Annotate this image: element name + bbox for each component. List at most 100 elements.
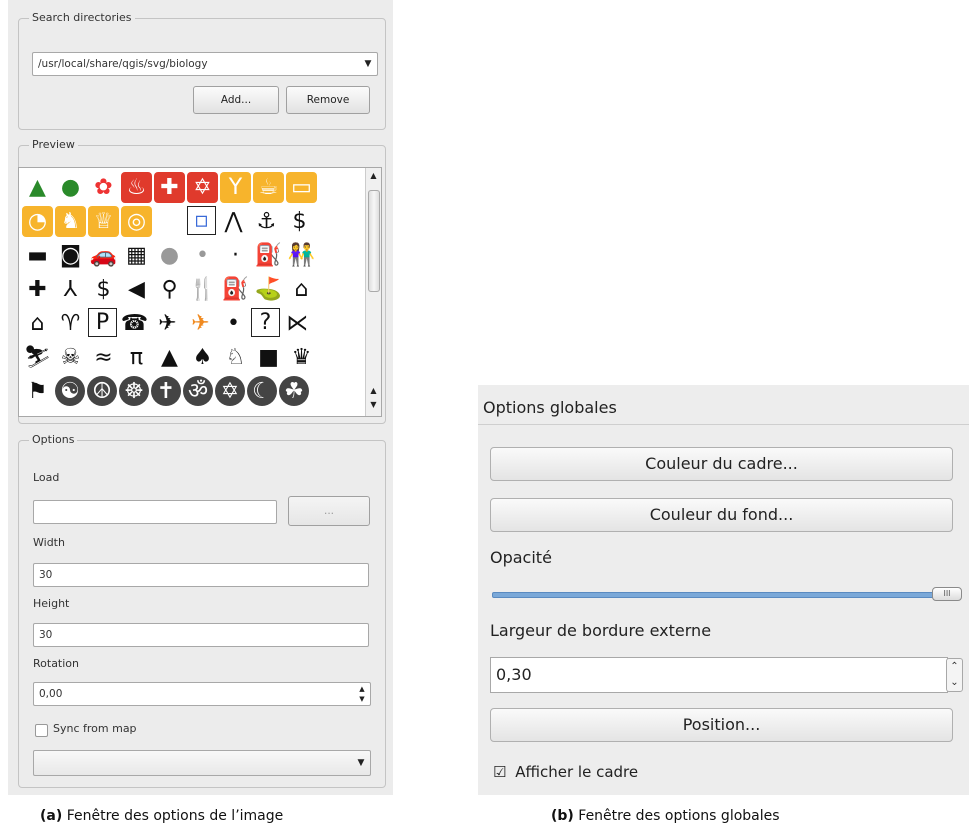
svg-symbol-icon[interactable]: ⚲ (154, 274, 185, 305)
svg-symbol-icon[interactable]: ⚓ (251, 206, 282, 237)
svg-symbol-icon[interactable]: ● (154, 240, 185, 271)
rotation-spinbox[interactable]: 0,00 ▲ ▼ (33, 682, 371, 706)
remove-button[interactable]: Remove (286, 86, 370, 114)
svg-symbol-icon[interactable]: ⌂ (22, 308, 53, 339)
svg-symbol-icon[interactable]: ✚ (154, 172, 185, 203)
svg-symbol-icon[interactable]: ▲ (154, 342, 185, 373)
rotation-spin-buttons[interactable]: ▲ ▼ (355, 684, 369, 704)
svg-symbol-icon[interactable]: ☸ (119, 376, 149, 406)
svg-symbol-icon[interactable]: ■ (253, 342, 284, 373)
spin-down-icon[interactable]: ▼ (355, 694, 369, 704)
svg-symbol-icon[interactable] (154, 206, 185, 237)
panel-title: Options globales (483, 398, 617, 417)
opacity-slider-track[interactable] (492, 592, 934, 598)
scroll-up-icon-lower[interactable]: ▲ (367, 384, 380, 398)
svg-symbol-icon[interactable]: ⋀ (218, 206, 249, 237)
background-color-button[interactable]: Couleur du fond... (490, 498, 953, 532)
rotation-value: 0,00 (39, 688, 63, 700)
scroll-down-icon[interactable]: ▼ (367, 398, 380, 412)
svg-symbol-icon[interactable]: ♛ (286, 342, 317, 373)
svg-symbol-icon[interactable]: ♈ (55, 308, 86, 339)
show-frame-checkbox[interactable]: ☑ Afficher le cadre (493, 763, 638, 781)
svg-symbol-icon[interactable]: ▦ (121, 240, 152, 271)
svg-symbol-icon[interactable]: ⛽ (253, 240, 284, 271)
svg-symbol-icon[interactable]: ♘ (220, 342, 251, 373)
svg-symbol-icon[interactable]: ◀ (121, 274, 152, 305)
outer-border-spin-buttons[interactable]: ⌃ ⌄ (946, 658, 963, 692)
sync-from-map-checkbox[interactable] (35, 724, 48, 737)
svg-symbol-icon[interactable]: ✿ (88, 172, 119, 203)
spin-down-icon[interactable]: ⌄ (947, 675, 962, 691)
svg-symbol-icon[interactable]: $ (284, 206, 315, 237)
svg-symbol-icon[interactable]: · (220, 240, 251, 271)
svg-icon-grid: ▲ ● ✿ ♨ ✚ ✡ Y ☕ ▭ ◔ ♞ ♕ ◎ ▫ ⋀ ⚓ $ ▬ ◙ 🚗 ▦ ● • · ⛽ 👫 ✚ ⅄ $ ◀ ⚲ 🍴 ⛽ ⛳ ⌂ ⌂ ♈ P ☎ ✈… (22, 172, 362, 410)
svg-preview-list[interactable]: ▲ ● ✿ ♨ ✚ ✡ Y ☕ ▭ ◔ ♞ ♕ ◎ ▫ ⋀ ⚓ $ ▬ ◙ 🚗 ▦ ● • · ⛽ 👫 ✚ ⅄ $ ◀ ⚲ 🍴 ⛽ ⛳ ⌂ ⌂ ♈ P ☎ ✈… (18, 167, 382, 417)
svg-symbol-icon[interactable]: 🚗 (88, 240, 119, 271)
load-path-input[interactable] (33, 500, 277, 524)
svg-symbol-icon[interactable]: $ (88, 274, 119, 305)
svg-symbol-icon[interactable]: ⅄ (55, 274, 86, 305)
svg-symbol-icon[interactable]: ◔ (22, 206, 53, 237)
frame-color-button[interactable]: Couleur du cadre... (490, 447, 953, 481)
outer-border-input[interactable]: 0,30 (490, 657, 948, 693)
svg-symbol-icon[interactable]: ♠ (187, 342, 218, 373)
height-input[interactable]: 30 (33, 623, 369, 647)
svg-symbol-icon[interactable]: ✝ (151, 376, 181, 406)
spin-up-icon[interactable]: ⌃ (947, 659, 962, 675)
scroll-up-icon[interactable]: ▲ (367, 169, 380, 183)
svg-symbol-icon[interactable]: ♕ (88, 206, 119, 237)
preview-scrollbar[interactable]: ▲ ▲ ▼ (365, 168, 381, 416)
svg-symbol-icon[interactable]: ♞ (55, 206, 86, 237)
scroll-thumb[interactable] (368, 190, 380, 292)
svg-symbol-icon[interactable]: ⋉ (282, 308, 313, 339)
directory-combobox[interactable]: /usr/local/share/qgis/svg/biology ▼ (32, 52, 378, 76)
svg-symbol-icon[interactable]: ⌂ (286, 274, 317, 305)
add-button[interactable]: Add... (193, 86, 279, 114)
svg-symbol-icon[interactable]: ◎ (121, 206, 152, 237)
svg-symbol-icon[interactable]: ? (251, 308, 280, 337)
svg-symbol-icon[interactable]: Y (220, 172, 251, 203)
svg-symbol-icon[interactable]: 👫 (286, 240, 317, 271)
svg-symbol-icon[interactable]: P (88, 308, 117, 337)
svg-symbol-icon[interactable]: • (218, 308, 249, 339)
icon-row: ◔ ♞ ♕ ◎ ▫ ⋀ ⚓ $ (22, 206, 362, 240)
svg-symbol-icon[interactable]: π (121, 342, 152, 373)
svg-symbol-icon[interactable]: ◙ (55, 240, 86, 271)
svg-symbol-icon[interactable]: ॐ (183, 376, 213, 406)
svg-symbol-icon[interactable]: ☮ (87, 376, 117, 406)
width-input[interactable]: 30 (33, 563, 369, 587)
svg-symbol-icon[interactable]: • (187, 240, 218, 271)
bottom-combobox[interactable]: ▼ (33, 750, 371, 776)
svg-symbol-icon[interactable]: ✚ (22, 274, 53, 305)
svg-symbol-icon[interactable]: ☯ (55, 376, 85, 406)
position-button[interactable]: Position... (490, 708, 953, 742)
svg-symbol-icon[interactable]: ☎ (119, 308, 150, 339)
svg-symbol-icon[interactable]: ⛳ (253, 274, 284, 305)
svg-symbol-icon[interactable]: ▬ (22, 240, 53, 271)
svg-symbol-icon[interactable]: ✡ (187, 172, 218, 203)
svg-symbol-icon[interactable]: ▭ (286, 172, 317, 203)
svg-symbol-icon[interactable]: ≈ (88, 342, 119, 373)
opacity-slider-handle[interactable]: III (932, 587, 962, 601)
svg-symbol-icon[interactable]: ⛽ (220, 274, 251, 305)
svg-symbol-icon[interactable]: ▫ (187, 206, 216, 235)
svg-symbol-icon[interactable]: ⚑ (22, 376, 53, 407)
svg-symbol-icon[interactable]: ● (55, 172, 86, 203)
svg-symbol-icon[interactable]: ☕ (253, 172, 284, 203)
svg-symbol-icon[interactable]: ⛷ (22, 342, 53, 373)
spin-up-icon[interactable]: ▲ (355, 684, 369, 694)
svg-symbol-icon[interactable]: ☘ (279, 376, 309, 406)
opacity-label: Opacité (490, 548, 552, 567)
svg-symbol-icon[interactable]: 🍴 (187, 274, 218, 305)
svg-symbol-icon[interactable]: ▲ (22, 172, 53, 203)
title-divider (478, 424, 969, 425)
options-group: Options (18, 433, 386, 788)
svg-symbol-icon[interactable]: ✈ (185, 308, 216, 339)
svg-symbol-icon[interactable]: ✡ (215, 376, 245, 406)
svg-symbol-icon[interactable]: ☾ (247, 376, 277, 406)
svg-symbol-icon[interactable]: ☠ (55, 342, 86, 373)
browse-button[interactable]: ... (288, 496, 370, 526)
svg-symbol-icon[interactable]: ♨ (121, 172, 152, 203)
caption-a: (a) Fenêtre des options de l’image (40, 808, 283, 824)
svg-symbol-icon[interactable]: ✈ (152, 308, 183, 339)
